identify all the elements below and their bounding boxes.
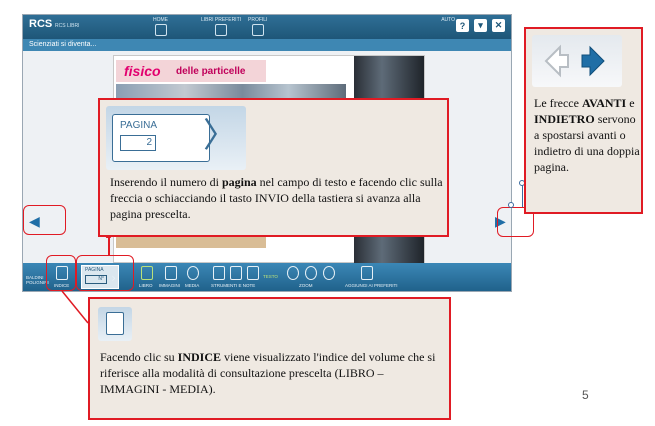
nav-home-label: HOME [153,17,168,23]
callout-pagina-text: Inserendo il numero di pagina nel campo … [110,174,445,222]
aggiungi-label: AGGIUNGI AI PREFERITI [345,283,398,288]
pagina-illustration: PAGINA 2 〉 [106,106,246,170]
index-book-icon [106,312,124,335]
publisher-label: BALDINI POLIGNINI [26,275,49,285]
book-icon [215,24,227,36]
book-title-bar: Scienziati si diventa... [23,39,511,51]
immagini-label: IMMAGINI [159,283,180,288]
page-header-band: fisico delle particelle [116,60,266,82]
help-icon[interactable]: ? [456,19,469,32]
connector-pagina [108,238,110,255]
cf-bold-2: INDIETRO [534,112,595,126]
page-title-word: fisico [124,63,161,79]
libro-label: LIBRO [139,283,153,288]
eraser-icon[interactable] [247,266,259,280]
frecce-illustration [532,35,622,87]
indice-illustration [98,307,132,341]
slide-number: 5 [582,388,589,402]
cf-bold-1: AVANTI [581,96,627,110]
chevron-right-icon: 〉 [203,116,237,156]
ci-text-bold: INDICE [177,350,221,364]
immagini-icon[interactable] [165,266,177,280]
strumenti-label: STRUMENTI E NOTE [211,283,256,288]
callout-frecce: Le frecce AVANTI e INDIETRO servono a sp… [524,27,643,214]
highlight-page-box [76,255,134,291]
forward-arrow-icon [581,45,605,77]
nav-libri-label: LIBRI PREFERITI [201,17,242,23]
back-arrow-icon [544,44,569,78]
frecce-arrows-svg [544,44,605,78]
callout-indice-text: Facendo clic su INDICE viene visualizzat… [100,349,445,397]
cf-text-1: Le frecce [534,96,582,110]
callout-frecce-text: Le frecce AVANTI e INDIETRO servono a sp… [534,95,642,175]
window-controls: ? ▾ ✕ [456,19,505,32]
media-label: MEDIA [185,283,200,288]
zoom-out-icon[interactable] [305,266,317,280]
pagina-card-number: 2 [120,135,156,151]
connector-frecce [522,185,524,207]
home-icon [154,24,167,36]
brand-subtitle: RCS LIBRI [55,23,80,29]
highlight-prev-arrow [23,205,66,235]
cf-text-2: e [626,96,635,110]
media-icon[interactable] [187,266,199,280]
pagina-card: PAGINA 2 〉 [112,114,237,162]
callout-pagina: PAGINA 2 〉 Inserendo il numero di pagina… [98,98,449,237]
cp-text-1: Inserendo il numero di [110,175,222,189]
auto-label: AUTO [441,17,455,23]
libro-icon[interactable] [141,266,153,280]
book-title: Scienziati si diventa... [29,41,97,48]
close-icon[interactable]: ✕ [492,19,505,32]
pagina-card-label: PAGINA [120,120,158,131]
cp-text-bold: pagina [221,175,257,189]
connector-dot-bottom [508,202,514,208]
callout-indice: Facendo clic su INDICE viene visualizzat… [88,297,451,420]
testo-label[interactable]: TESTO [263,274,278,279]
nav-libri-preferiti[interactable]: LIBRI PREFERITI [201,17,241,36]
zoom-label: ZOOM [299,283,313,288]
bookmark-icon[interactable] [361,266,373,280]
zoom-fit-icon[interactable] [323,266,335,280]
user-icon [251,24,264,36]
nav-profili-label: PROFILI [248,17,268,23]
page-title-rest: delle particelle [176,66,246,77]
nav-home[interactable]: HOME [153,17,168,36]
top-bar: RCS RCS LIBRI HOME LIBRI PREFERITI PROFI… [23,15,511,39]
pencil-icon[interactable] [213,266,225,280]
brand-logo: RCS [29,18,53,30]
nav-profili[interactable]: PROFILI [248,17,267,36]
highlight-indice [46,255,76,291]
ci-text-1: Facendo clic su [100,350,178,364]
zoom-in-icon[interactable] [287,266,299,280]
hand-icon[interactable] [230,266,242,280]
download-icon[interactable]: ▾ [474,19,487,32]
